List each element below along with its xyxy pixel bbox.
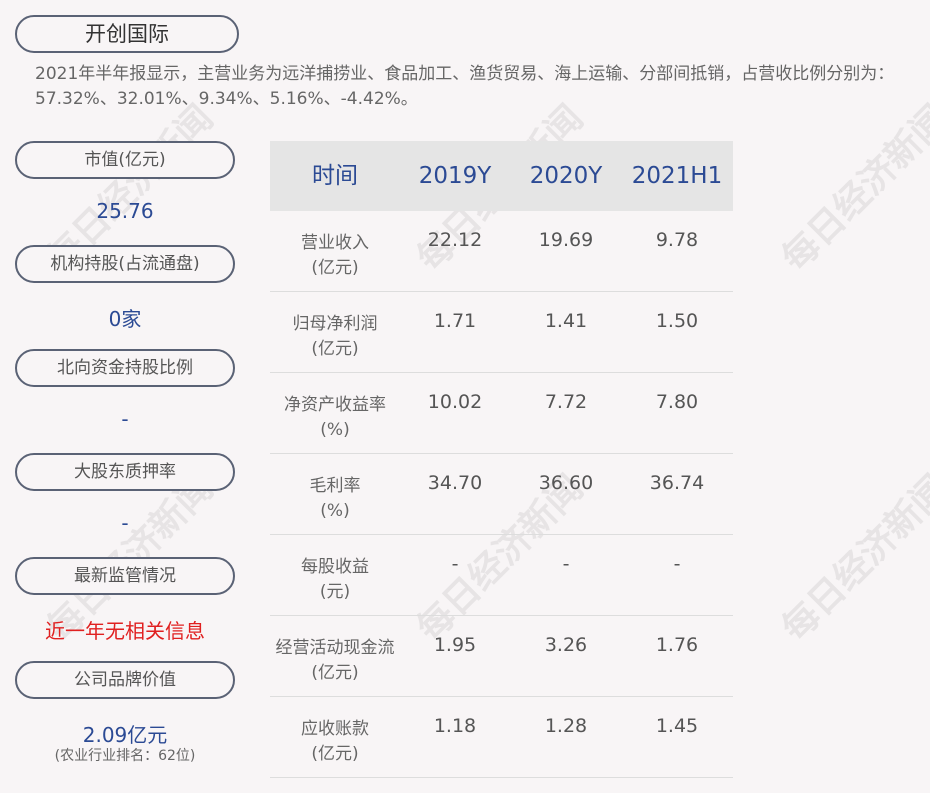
cell-value: 9.78 [655,229,699,251]
cell-value: 1.18 [433,715,477,737]
row-label-unit: (%) [320,501,350,521]
pledge-rate-label: 大股东质押率 [15,453,235,491]
market-cap-value: 25.76 [96,199,154,223]
table-row: 应收账款 (亿元) 1.18 1.28 1.45 [270,697,733,778]
row-label-name: 每股收益 [301,557,369,577]
cell-value: 22.12 [427,229,483,251]
institutional-holding-value: 0家 [108,307,142,331]
cell-value: 7.72 [544,391,588,413]
market-cap-label: 市值(亿元) [15,141,235,179]
cell-value: 19.69 [538,229,594,251]
row-label-name: 应收账款 [301,719,369,739]
cell-value: 1.45 [655,715,699,737]
regulatory-status-value: 近一年无相关信息 [45,619,205,643]
header-time: 时间 [312,163,358,189]
business-description: 2021年半年报显示，主营业务为远洋捕捞业、食品加工、渔货贸易、海上运输、分部间… [35,64,895,109]
row-label-name: 毛利率 [309,476,361,496]
table-row: 毛利率 (%) 34.70 36.60 36.74 [270,454,733,535]
brand-value-label: 公司品牌价值 [15,661,235,699]
cell-value: - [673,553,681,575]
company-name: 开创国际 [15,15,239,53]
table-row: 每股收益 (元) - - - [270,535,733,616]
cell-value: 34.70 [427,472,483,494]
row-label-unit: (元) [319,582,351,602]
row-label-unit: (亿元) [311,258,359,278]
table-row: 归母净利润 (亿元) 1.71 1.41 1.50 [270,292,733,373]
row-label: 净资产收益率 (%) [270,393,400,443]
row-label: 归母净利润 (亿元) [270,312,400,362]
cell-value: 36.74 [649,472,705,494]
cell-value: 1.50 [655,310,699,332]
cell-value: 7.80 [655,391,699,413]
row-label: 毛利率 (%) [270,474,400,524]
row-label-name: 净资产收益率 [284,395,386,415]
row-label-name: 营业收入 [301,233,369,253]
row-label-name: 经营活动现金流 [275,638,395,658]
cell-value: 36.60 [538,472,594,494]
cell-value: 10.02 [427,391,483,413]
northbound-holding-value: - [121,407,129,431]
header-2021h1: 2021H1 [631,163,723,189]
watermark: 每日经济新闻 [774,97,930,280]
cell-value: - [562,553,570,575]
institutional-holding-label: 机构持股(占流通盘) [15,245,235,283]
cell-value: 1.41 [544,310,588,332]
pledge-rate-value: - [121,511,129,535]
cell-value: - [451,553,459,575]
brand-rank-note: (农业行业排名：62位) [54,748,196,764]
row-label-name: 归母净利润 [292,314,378,334]
cell-value: 1.71 [433,310,477,332]
row-label: 每股收益 (元) [270,555,400,605]
row-label-unit: (亿元) [311,339,359,359]
watermark: 每日经济新闻 [774,467,930,650]
cell-value: 3.26 [544,634,588,656]
table-row: 营业收入 (亿元) 22.12 19.69 9.78 [270,211,733,292]
row-label: 经营活动现金流 (亿元) [270,636,400,686]
brand-value-value: 2.09亿元 [82,723,168,747]
cell-value: 1.76 [655,634,699,656]
table-row: 经营活动现金流 (亿元) 1.95 3.26 1.76 [270,616,733,697]
cell-value: 1.95 [433,634,477,656]
row-label-unit: (%) [320,420,350,440]
header-2020: 2020Y [529,163,603,189]
regulatory-status-label: 最新监管情况 [15,557,235,595]
table-header: 时间 2019Y 2020Y 2021H1 [270,141,733,211]
cell-value: 1.28 [544,715,588,737]
row-label: 营业收入 (亿元) [270,231,400,281]
northbound-holding-label: 北向资金持股比例 [15,349,235,387]
row-label: 应收账款 (亿元) [270,717,400,767]
header-2019: 2019Y [418,163,492,189]
row-label-unit: (亿元) [311,663,359,683]
table-row: 净资产收益率 (%) 10.02 7.72 7.80 [270,373,733,454]
row-label-unit: (亿元) [311,744,359,764]
